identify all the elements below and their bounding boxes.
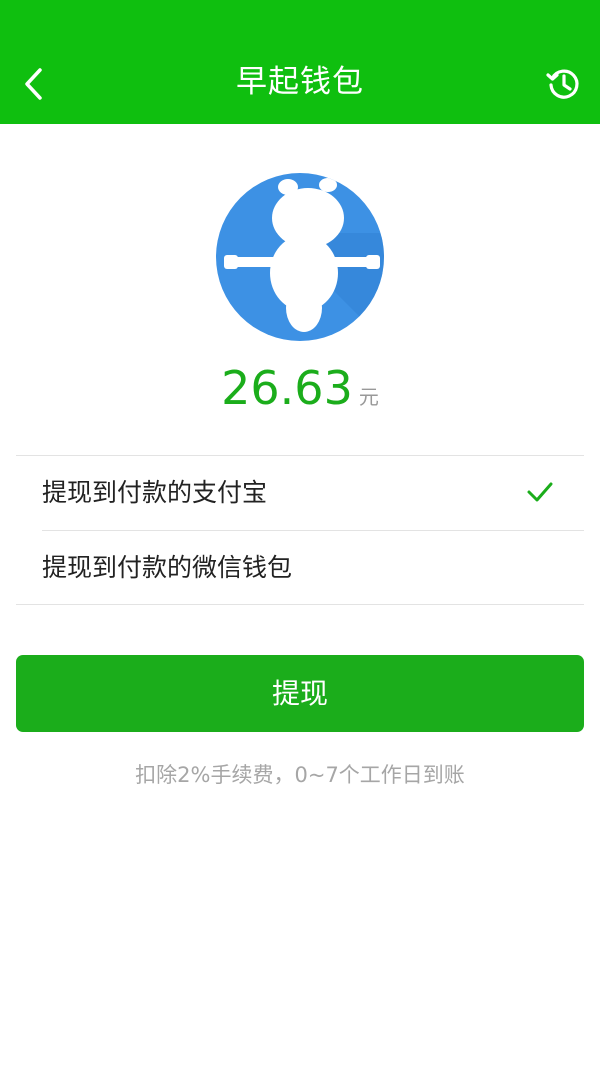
balance-unit: 元 [358,385,379,409]
withdraw-option-wechat[interactable]: 提现到付款的微信钱包 [42,531,558,605]
history-button[interactable] [544,64,584,104]
withdraw-option-alipay[interactable]: 提现到付款的支付宝 [42,456,558,530]
page-title: 早起钱包 [236,64,364,100]
balance-row: 26.63 元 [0,360,600,420]
avatar [216,173,384,341]
option-label: 提现到付款的微信钱包 [42,553,293,582]
history-icon [546,69,579,99]
check-icon [527,482,553,502]
top-bar: 早起钱包 [0,0,600,124]
divider [16,604,584,605]
fee-note: 扣除2%手续费，0~7个工作日到账 [135,763,465,787]
option-label: 提现到付款的支付宝 [42,478,268,507]
bear-on-bar-logo-icon [224,178,384,341]
withdraw-button[interactable]: 提现 [16,655,584,732]
balance-amount: 26.63 [221,361,353,415]
